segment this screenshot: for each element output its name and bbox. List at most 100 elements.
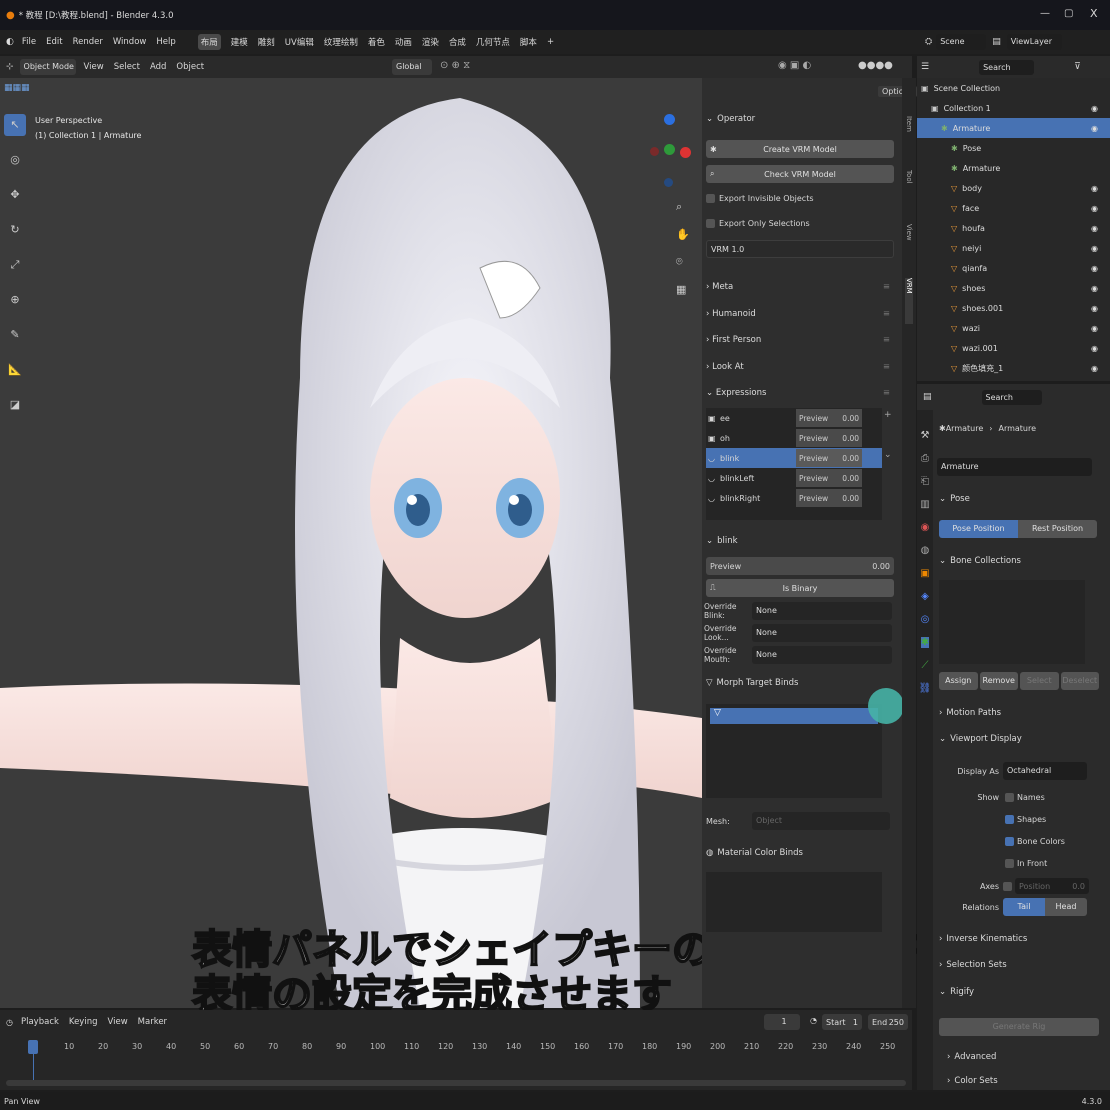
remove-button[interactable]: Remove bbox=[979, 672, 1018, 690]
visibility-eye-icon[interactable]: ◉ bbox=[1091, 224, 1098, 233]
morph-target-binds-header[interactable]: ▽ Morph Target Binds bbox=[706, 678, 798, 688]
orientation-dropdown[interactable]: Global bbox=[392, 59, 432, 75]
mesh-object-field[interactable]: Object bbox=[752, 812, 890, 830]
output-tab-icon[interactable]: ⎗ bbox=[921, 476, 929, 487]
physics-tab-icon[interactable]: ◎ bbox=[921, 614, 930, 625]
z-axis-icon[interactable] bbox=[664, 114, 675, 125]
3d-viewport[interactable]: ▦▦▦ ↖ ◎ ✥ ↻ ⤢ ⊕ ✎ 📐 ◪ User Perspective (… bbox=[0, 78, 1110, 1019]
render-tab-icon[interactable]: ⎙ bbox=[921, 453, 929, 464]
morph-target-row[interactable]: ▽ bbox=[710, 708, 878, 724]
world-tab-icon[interactable]: ◍ bbox=[921, 545, 930, 556]
visibility-eye-icon[interactable]: ◉ bbox=[1091, 344, 1098, 353]
outliner-item[interactable]: ▽ face ◉ bbox=[917, 198, 1110, 218]
object-menu[interactable]: Object bbox=[176, 62, 204, 72]
pivot-icon[interactable]: ⊙ ⊕ ⧖ bbox=[440, 60, 470, 71]
display-as-dropdown[interactable]: Octahedral bbox=[1003, 762, 1087, 780]
workspace-tab[interactable]: UV编辑 bbox=[285, 36, 314, 48]
mode-dropdown[interactable]: Object Mode bbox=[19, 59, 76, 75]
drag-handle-icon[interactable]: ≡ bbox=[883, 309, 890, 319]
head-button[interactable]: Head bbox=[1045, 898, 1087, 916]
close-button[interactable]: X bbox=[1090, 7, 1098, 20]
playhead[interactable] bbox=[28, 1040, 38, 1054]
menu-help[interactable]: Help bbox=[156, 37, 175, 47]
vrm-version-dropdown[interactable]: VRM 1.0 bbox=[706, 240, 894, 258]
outliner-item[interactable]: ▽ shoes ◉ bbox=[917, 278, 1110, 298]
is-binary-toggle[interactable]: ⎍ Is Binary bbox=[706, 579, 894, 597]
select-menu[interactable]: Select bbox=[114, 62, 140, 72]
outliner-item[interactable]: ✱ Armature bbox=[917, 158, 1110, 178]
preview-slider[interactable]: Preview 0.00 bbox=[706, 557, 894, 575]
view-menu[interactable]: View bbox=[84, 62, 104, 72]
axes-checkbox[interactable] bbox=[1003, 881, 1012, 891]
bone-collections-list[interactable] bbox=[939, 580, 1085, 664]
menu-render[interactable]: Render bbox=[73, 37, 103, 47]
view-menu[interactable]: View bbox=[107, 1017, 127, 1027]
in-front-checkbox[interactable] bbox=[1005, 858, 1014, 868]
workspace-tab[interactable]: 脚本 bbox=[520, 36, 537, 48]
outliner-item[interactable]: ▣ Collection 1 ◉ bbox=[917, 98, 1110, 118]
y-axis-icon[interactable] bbox=[664, 144, 675, 155]
timeline-scrollbar[interactable] bbox=[6, 1080, 906, 1086]
expression-preview-slider[interactable]: Preview 0.00 bbox=[796, 489, 862, 507]
expression-preview-slider[interactable]: Preview 0.00 bbox=[796, 409, 862, 427]
outliner-item[interactable]: ▽ houfa ◉ bbox=[917, 218, 1110, 238]
inverse-kinematics-header[interactable]: › Inverse Kinematics bbox=[939, 934, 1027, 944]
playback-menu[interactable]: Playback bbox=[21, 1017, 59, 1027]
end-frame-field[interactable]: End 250 bbox=[868, 1014, 908, 1030]
workspace-tab[interactable]: 着色 bbox=[368, 36, 385, 48]
workspace-tab[interactable]: 动画 bbox=[395, 36, 412, 48]
navigation-gizmo[interactable] bbox=[648, 114, 692, 194]
scene-selector[interactable]: ⛭ Scene ▤ ViewLayer bbox=[925, 33, 1062, 51]
visibility-eye-icon[interactable]: ◉ bbox=[1091, 244, 1098, 253]
menu-edit[interactable]: Edit bbox=[46, 37, 62, 47]
operator-section-header[interactable]: ⌄ Operator bbox=[706, 114, 755, 124]
rest-position-button[interactable]: Rest Position bbox=[1018, 520, 1097, 538]
check-vrm-button[interactable]: ⌕ Check VRM Model bbox=[706, 165, 894, 183]
pose-position-button[interactable]: Pose Position bbox=[939, 520, 1018, 538]
frame-ruler[interactable]: 1102030405060708090100110120130140150160… bbox=[0, 1042, 912, 1056]
minimize-button[interactable]: — bbox=[1040, 8, 1050, 19]
add-menu[interactable]: Add bbox=[150, 62, 166, 72]
start-frame-field[interactable]: Start 1 bbox=[822, 1014, 862, 1030]
selection-sets-header[interactable]: › Selection Sets bbox=[939, 960, 1007, 970]
viewport-display-header[interactable]: ⌄ Viewport Display bbox=[939, 734, 1022, 744]
rigify-header[interactable]: ⌄ Rigify bbox=[939, 987, 974, 997]
tool-tab-icon[interactable]: ⚒ bbox=[921, 430, 930, 441]
morph-target-list[interactable]: ▽ bbox=[706, 704, 882, 798]
pose-section-header[interactable]: ⌄ Pose bbox=[939, 494, 970, 504]
select-button[interactable]: Select bbox=[1020, 672, 1059, 690]
editor-type-icon[interactable]: ▤ bbox=[923, 392, 932, 402]
outliner-item[interactable]: ✱ Pose bbox=[917, 138, 1110, 158]
shading-mode-icon[interactable]: ●●●● bbox=[858, 60, 893, 71]
deselect-button[interactable]: Deselect bbox=[1060, 672, 1099, 690]
workspace-tab[interactable]: 建模 bbox=[231, 36, 248, 48]
expression-row-blink[interactable]: ◡ blink Preview 0.00 bbox=[706, 448, 882, 468]
shapes-checkbox[interactable] bbox=[1005, 814, 1014, 824]
outliner-item[interactable]: ▽ 颜色填充_1 ◉ bbox=[917, 358, 1110, 378]
drag-handle-icon[interactable]: ≡ bbox=[883, 388, 890, 398]
export-selected-checkbox[interactable]: Export Only Selections bbox=[706, 219, 810, 228]
zoom-icon[interactable]: ⌕ bbox=[676, 200, 690, 214]
outliner-item[interactable]: ▽ wazi ◉ bbox=[917, 318, 1110, 338]
expression-row-blinkLeft[interactable]: ◡ blinkLeft Preview 0.00 bbox=[706, 468, 882, 488]
expression-preview-slider[interactable]: Preview 0.00 bbox=[796, 469, 862, 487]
vrm-section-expressions[interactable]: ⌄ Expressions ≡ bbox=[706, 380, 896, 407]
visibility-eye-icon[interactable]: ◉ bbox=[1091, 264, 1098, 273]
expression-preview-slider[interactable]: Preview 0.00 bbox=[796, 429, 862, 447]
outliner-item[interactable]: ▽ qianfa ◉ bbox=[917, 258, 1110, 278]
current-frame-field[interactable]: 1 bbox=[764, 1014, 800, 1030]
workspace-tab[interactable]: 布局 bbox=[197, 34, 221, 50]
sidebar-tab-tool[interactable]: Tool bbox=[905, 170, 913, 216]
maximize-button[interactable]: ▢ bbox=[1064, 8, 1073, 19]
bone-colors-checkbox[interactable] bbox=[1005, 836, 1014, 846]
workspace-tab[interactable]: 渲染 bbox=[422, 36, 439, 48]
drag-handle-icon[interactable]: ≡ bbox=[883, 282, 890, 292]
pan-hand-icon[interactable]: ✋ bbox=[676, 228, 690, 241]
armature-data-tab-icon[interactable]: ✱ bbox=[920, 637, 930, 648]
tail-button[interactable]: Tail bbox=[1003, 898, 1045, 916]
editor-type-icon[interactable]: ⊹ bbox=[6, 62, 14, 72]
outliner-search-input[interactable]: Search bbox=[979, 59, 1035, 75]
visibility-eye-icon[interactable]: ◉ bbox=[1091, 184, 1098, 193]
advanced-header[interactable]: › Advanced bbox=[947, 1052, 996, 1062]
override-look-dropdown[interactable]: None bbox=[752, 624, 892, 642]
